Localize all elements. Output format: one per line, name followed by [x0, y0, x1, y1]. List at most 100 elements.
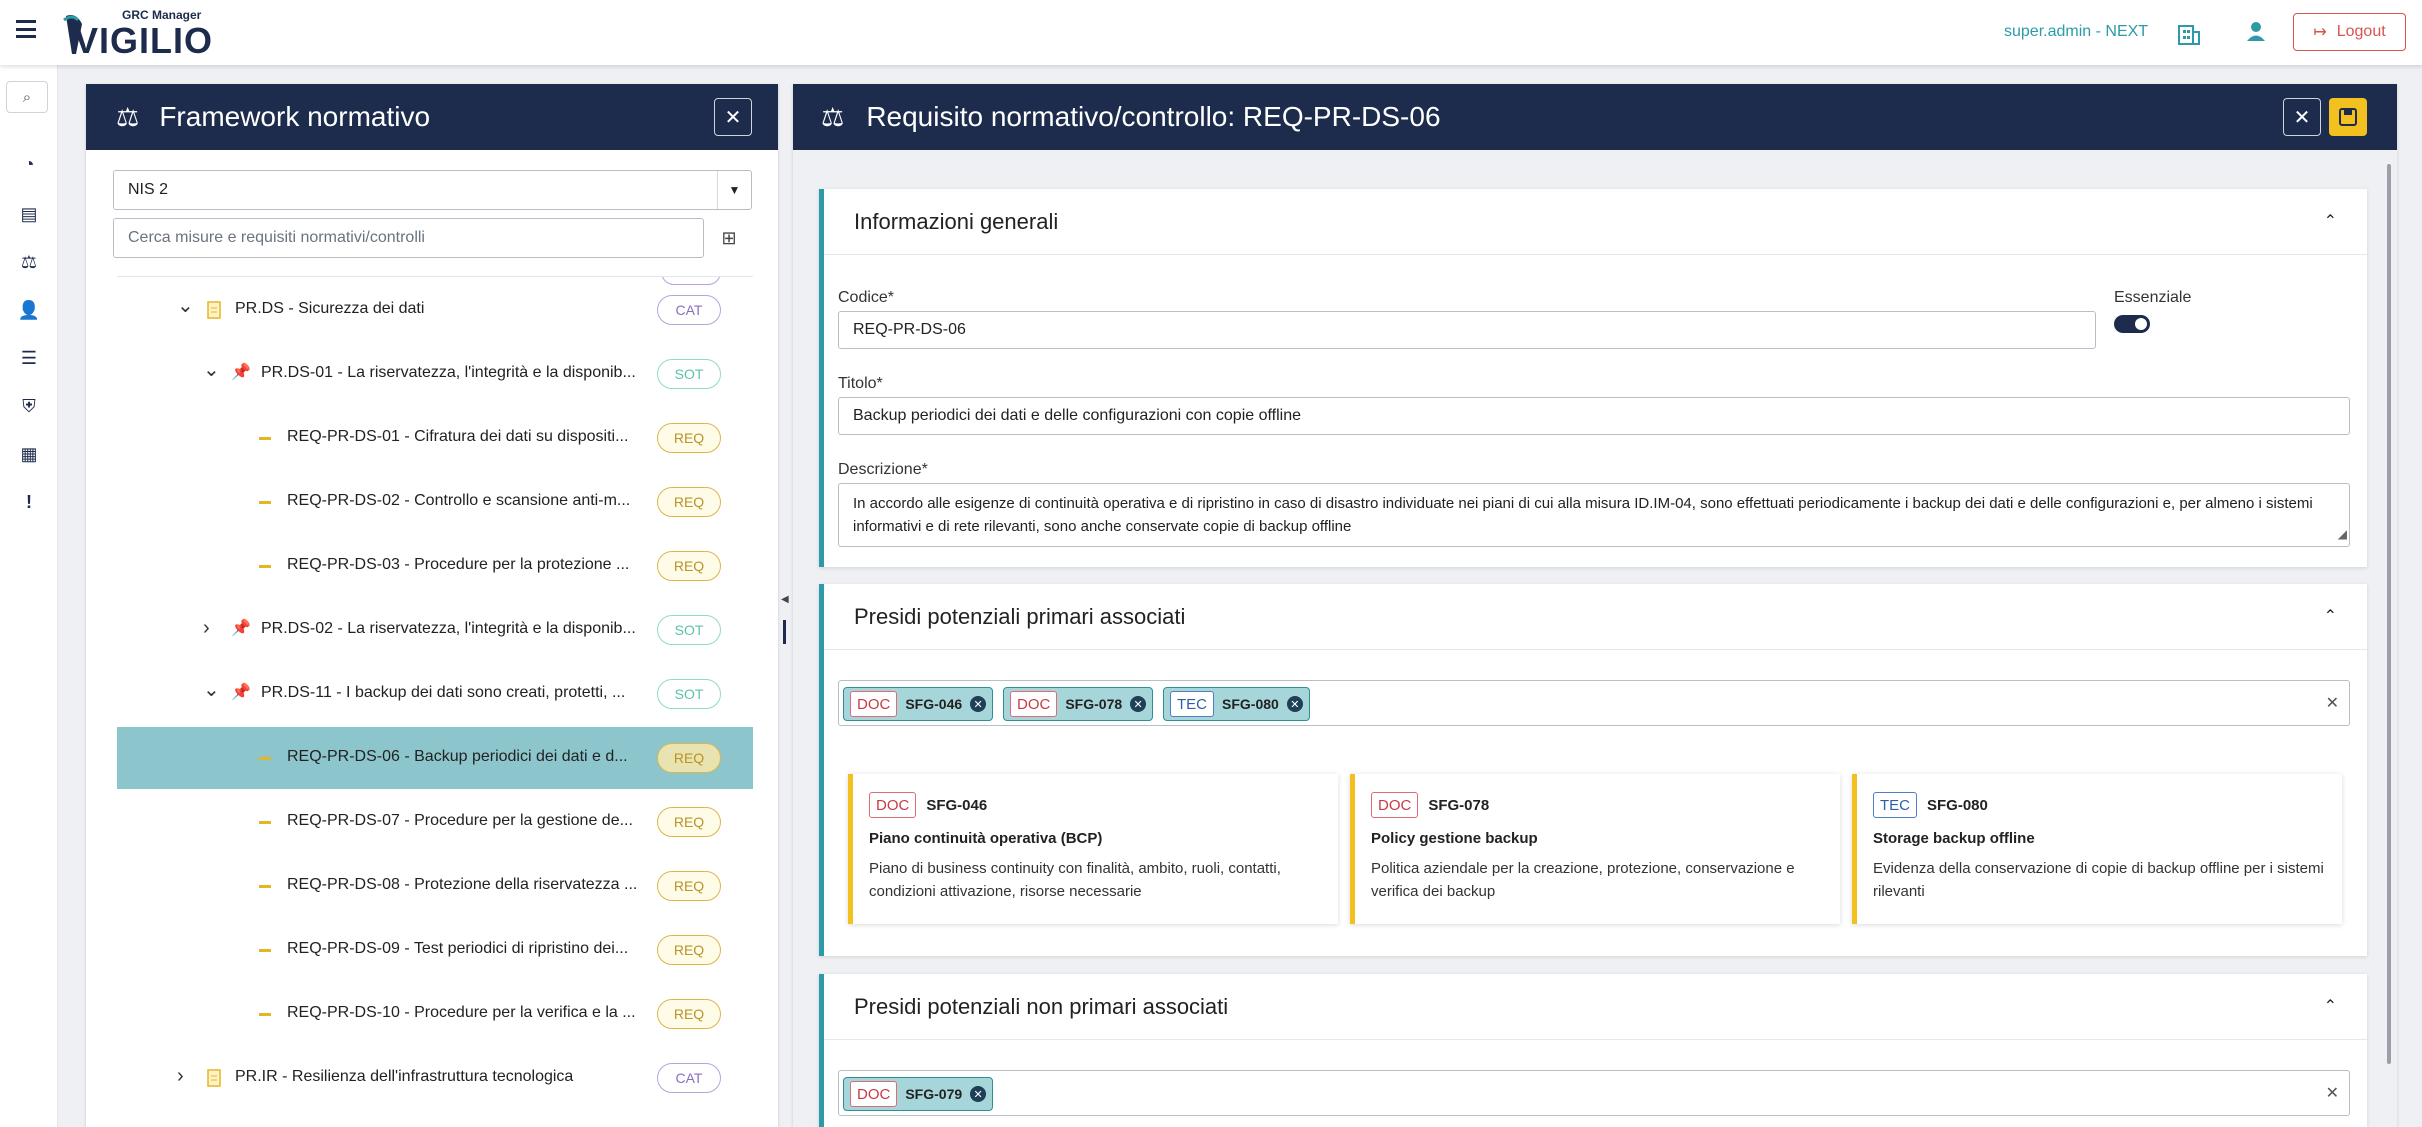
tree-item[interactable]: ⌄ 📌 PR.DS-11 - I backup dei dati sono crea…: [117, 663, 753, 725]
requirement-panel-header: ⚖ Requisito normativo/controllo: REQ-PR-…: [793, 84, 2397, 150]
nav-sidebar: ⌕ ◔ ▤ ⚖ 👤 ☰ ⛨ ▦ !: [0, 65, 58, 1127]
tree-item[interactable]: REQ-PR-DS-02 - Controllo e scansione ant…: [117, 471, 753, 533]
tree-item[interactable]: REQ-PR-DS-06 - Backup periodici dei dati…: [117, 727, 753, 789]
section-header[interactable]: Presidi potenziali primari associati ⌃: [824, 584, 2367, 650]
user-label[interactable]: super.admin - NEXT: [2004, 23, 2148, 41]
remove-chip-icon[interactable]: ✕: [1286, 696, 1303, 712]
titolo-label: Titolo*: [838, 375, 883, 392]
type-badge: REQ: [657, 423, 721, 453]
section-title: Presidi potenziali primari associati: [854, 603, 1186, 629]
descrizione-textarea[interactable]: In accordo alle esigenze di continuità o…: [838, 483, 2350, 547]
section-header[interactable]: Presidi potenziali non primari associati…: [824, 974, 2367, 1040]
framework-panel-header: ⚖ Framework normativo ✕: [86, 84, 778, 150]
tree-item[interactable]: REQ-PR-DS-09 - Test periodici di riprist…: [117, 919, 753, 981]
tree-item-label: PR.DS-02 - La riservatezza, l'integrità …: [261, 620, 636, 637]
alert-icon[interactable]: !: [14, 487, 44, 517]
shield-icon[interactable]: ⛨: [14, 391, 44, 421]
nonprimary-multiselect[interactable]: DOC SFG-079 ✕ ✕: [838, 1070, 2350, 1116]
chevron-down-icon[interactable]: ⌄: [203, 677, 220, 702]
essenziale-toggle[interactable]: [2114, 315, 2150, 333]
dashboard-icon[interactable]: ◔: [14, 149, 44, 179]
safeguard-card[interactable]: DOC SFG-046 Piano continuità operativa (BC…: [848, 774, 1338, 924]
chevron-down-icon[interactable]: ⌄: [177, 293, 194, 318]
safeguard-chip[interactable]: DOC SFG-046 ✕: [843, 687, 994, 721]
hamburger-menu-icon[interactable]: [16, 20, 36, 38]
tree-item[interactable]: REQ-PR-DS-08 - Protezione della riservat…: [117, 855, 753, 917]
report-icon[interactable]: ▦: [14, 439, 44, 469]
search-input[interactable]: Cerca misure e requisiti normativi/contr…: [113, 218, 704, 258]
chevron-up-icon[interactable]: ⌃: [2324, 606, 2337, 626]
clear-all-icon[interactable]: ✕: [2326, 1083, 2339, 1103]
logout-button[interactable]: ↦ Logout: [2293, 13, 2406, 51]
checklist-icon[interactable]: ☰: [14, 343, 44, 373]
close-requirement-button[interactable]: ✕: [2283, 98, 2321, 136]
tree-item[interactable]: REQ-PR-DS-03 - Procedure per la protezio…: [117, 535, 753, 597]
user-list-icon[interactable]: 👤: [14, 295, 44, 325]
chevron-right-icon[interactable]: ›: [177, 1065, 184, 1088]
tree-item[interactable]: REQ-PR-DS-07 - Procedure per la gestione…: [117, 791, 753, 853]
safeguard-card[interactable]: DOC SFG-078 Policy gestione backup Politica…: [1350, 774, 1840, 924]
safeguard-card[interactable]: TEC SFG-080 Storage backup offline Evidenza…: [1852, 774, 2342, 924]
chevron-up-icon[interactable]: ⌃: [2324, 996, 2337, 1016]
section-title: Presidi potenziali non primari associati: [854, 993, 1229, 1019]
remove-chip-icon[interactable]: ✕: [970, 696, 987, 712]
building-icon[interactable]: [2176, 20, 2202, 46]
chevron-down-icon[interactable]: ⌄: [203, 357, 220, 382]
panel-title: Framework normativo: [159, 101, 431, 132]
scrollbar[interactable]: [2387, 164, 2391, 1064]
titolo-field[interactable]: Backup periodici dei dati e delle config…: [838, 397, 2350, 435]
pin-icon: 📌: [231, 364, 251, 381]
section-header[interactable]: Informazioni generali ⌃: [824, 189, 2367, 255]
remove-chip-icon[interactable]: ✕: [1130, 696, 1147, 712]
safeguard-chip[interactable]: DOC SFG-079 ✕: [843, 1077, 994, 1111]
dash-icon: [259, 437, 271, 440]
search-icon[interactable]: ⌕: [6, 81, 48, 113]
tag-badge: DOC: [850, 691, 898, 717]
safeguard-chip[interactable]: DOC SFG-078 ✕: [1003, 687, 1154, 721]
tag-badge: TEC: [1873, 792, 1917, 818]
tag-badge: TEC: [1170, 691, 1214, 717]
card-title: Policy gestione backup: [1371, 830, 1538, 847]
chevron-right-icon[interactable]: ›: [203, 617, 210, 640]
tree-item-label: REQ-PR-DS-06 - Backup periodici dei dati…: [287, 748, 628, 765]
tree-item[interactable]: › 📌 PR.DS-02 - La riservatezza, l'integrit…: [117, 599, 753, 661]
save-button[interactable]: [2329, 98, 2367, 136]
tree-item[interactable]: REQ-PR-DS-10 - Procedure per la verifica…: [117, 983, 753, 1045]
advanced-search-icon[interactable]: ⊞: [713, 222, 745, 254]
codice-value: REQ-PR-DS-06: [853, 321, 966, 338]
scale-icon[interactable]: ⚖: [14, 247, 44, 277]
tree-item-label: REQ-PR-DS-10 - Procedure per la verifica…: [287, 1004, 636, 1021]
tree-item-label: REQ-PR-DS-07 - Procedure per la gestione…: [287, 812, 633, 829]
type-badge: SOT: [657, 615, 721, 645]
framework-select[interactable]: NIS 2 ▼: [113, 170, 752, 210]
tree-item[interactable]: › PR.IR - Resilienza dell'infrastruttura …: [117, 1047, 753, 1109]
descrizione-label: Descrizione*: [838, 461, 928, 478]
chevron-up-icon[interactable]: ⌃: [2324, 211, 2337, 231]
book-icon[interactable]: ▤: [14, 199, 44, 229]
pin-icon: 📌: [231, 684, 251, 701]
dash-icon: [259, 1013, 271, 1016]
tree-item[interactable]: REQ-PR-DS-01 - Cifratura dei dati su dis…: [117, 407, 753, 469]
tree-item[interactable]: ⌄ 📌 PR.DS-01 - La riservatezza, l'integrit…: [117, 343, 753, 405]
type-badge: CAT: [657, 1063, 721, 1093]
tag-badge: DOC: [850, 1081, 898, 1107]
top-bar: GRC Manager VIGILIO super.admin - NEXT ↦…: [0, 0, 2422, 65]
clear-all-icon[interactable]: ✕: [2326, 693, 2339, 713]
type-badge: REQ: [657, 999, 721, 1029]
card-title: Piano continuità operativa (BCP): [869, 830, 1103, 847]
remove-chip-icon[interactable]: ✕: [970, 1086, 987, 1102]
primary-cards: DOC SFG-046 Piano continuità operativa (BC…: [848, 774, 2348, 924]
safeguard-chip[interactable]: TEC SFG-080 ✕: [1163, 687, 1310, 721]
close-panel-button[interactable]: ✕: [714, 98, 752, 136]
resize-grip-icon[interactable]: ◢: [2338, 523, 2347, 546]
type-badge: REQ: [657, 487, 721, 517]
user-icon[interactable]: [2245, 20, 2267, 42]
primary-multiselect[interactable]: DOC SFG-046 ✕ DOC SFG-078 ✕ TEC SFG-080 ✕ ✕: [838, 680, 2350, 726]
tree-item[interactable]: ⌄ PR.DS - Sicurezza dei dati CAT: [117, 279, 753, 341]
chip-code: SFG-046: [905, 696, 963, 712]
card-description: Evidenza della conservazione di copie di…: [1873, 860, 2324, 900]
codice-field[interactable]: REQ-PR-DS-06: [838, 311, 2096, 349]
app-logo[interactable]: GRC Manager VIGILIO: [62, 6, 212, 61]
panel-resize-handle[interactable]: ◀: [781, 580, 789, 646]
logo-big-text: VIGILIO: [74, 20, 214, 61]
